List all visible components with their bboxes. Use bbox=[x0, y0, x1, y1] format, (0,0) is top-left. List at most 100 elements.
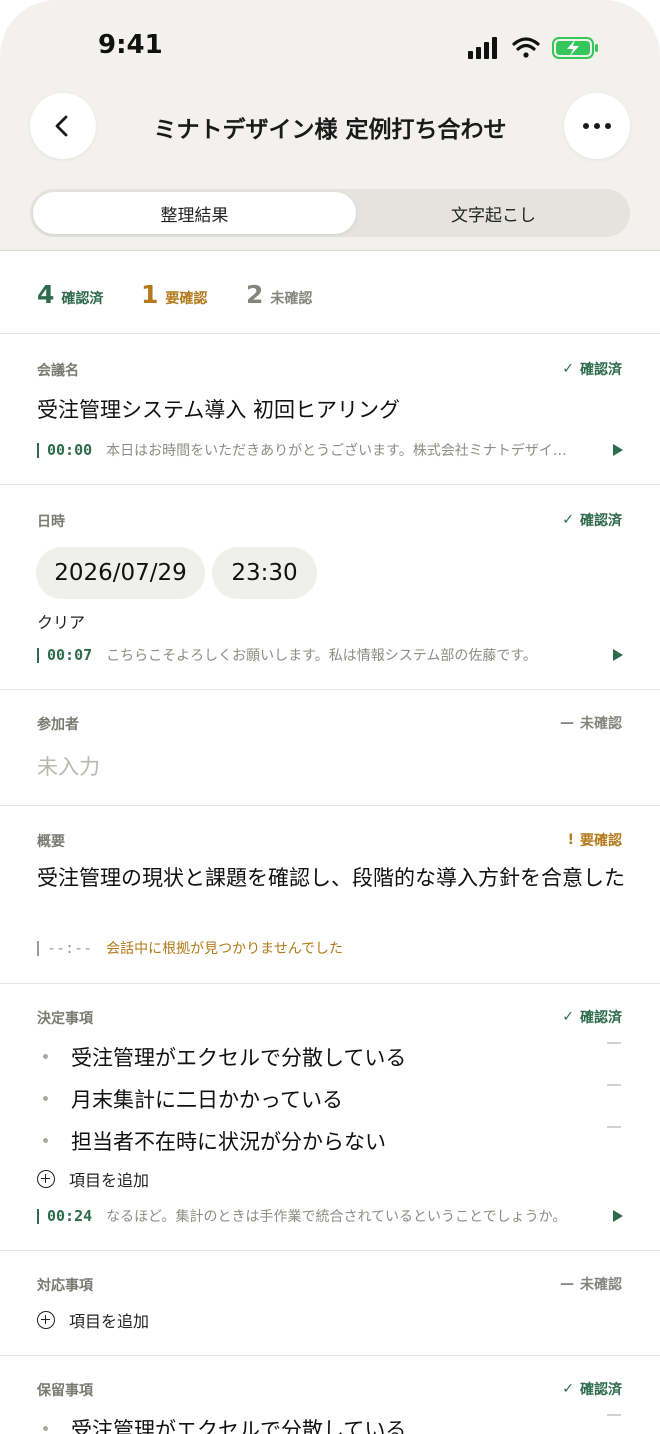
remove-item-button[interactable] bbox=[607, 1084, 621, 1086]
plus-circle-icon bbox=[37, 1170, 55, 1188]
quote-timestamp: 00:00 bbox=[47, 441, 93, 459]
meeting-name-value[interactable]: 受注管理システム導入 初回ヒアリング bbox=[37, 394, 400, 424]
status-summary: 4 確認済 1 要確認 2 未確認 bbox=[0, 252, 660, 334]
exclamation-icon: ! bbox=[567, 832, 574, 848]
chevron-left-icon bbox=[55, 115, 68, 137]
quote-timestamp: 00:24 bbox=[47, 1207, 93, 1225]
section-datetime: 日時 ✓ 確認済 2026/07/29 23:30 クリア 00:07 こちらこ… bbox=[0, 485, 660, 690]
segmented-control: 整理結果 文字起こし bbox=[30, 189, 630, 237]
section-overview: 概要 ! 要確認 受注管理の現状と課題を確認し、段階的な導入方針を合意した --… bbox=[0, 806, 660, 984]
remove-item-button[interactable] bbox=[607, 1414, 621, 1416]
quote-bar bbox=[37, 940, 39, 956]
confirmed-label: 確認済 bbox=[61, 291, 104, 307]
source-quote[interactable]: 00:24 なるほど。集計のときは手作業で統合されているということでしょうか。 bbox=[37, 1205, 627, 1227]
remove-item-button[interactable] bbox=[607, 1042, 621, 1044]
quote-text: 会話中に根拠が見つかりませんでした bbox=[106, 941, 344, 957]
section-label: 会議名 bbox=[37, 363, 79, 379]
more-button[interactable] bbox=[564, 93, 630, 159]
date-picker[interactable]: 2026/07/29 bbox=[36, 547, 205, 599]
quote-text: なるほど。集計のときは手作業で統合されているということでしょうか。 bbox=[106, 1209, 567, 1225]
check-icon: ✓ bbox=[562, 512, 574, 528]
list-item-text: 月末集計に二日かかっている bbox=[71, 1088, 343, 1112]
status-time: 9:41 bbox=[98, 30, 163, 60]
status-icons bbox=[468, 37, 598, 59]
status-badge[interactable]: — 未確認 bbox=[560, 713, 622, 733]
unconfirmed-count: 2 bbox=[246, 280, 264, 309]
list-item[interactable]: 月末集計に二日かかっている bbox=[37, 1082, 627, 1116]
list-item[interactable]: 受注管理がエクセルで分散している bbox=[37, 1412, 627, 1434]
status-badge-label: 確認済 bbox=[580, 1382, 622, 1398]
play-icon[interactable] bbox=[613, 444, 623, 456]
list-item[interactable]: 担当者不在時に状況が分からない bbox=[37, 1124, 627, 1158]
add-item-button[interactable]: 項目を追加 bbox=[37, 1308, 149, 1332]
summary-confirmed: 4 確認済 bbox=[37, 280, 103, 309]
status-badge-label: 未確認 bbox=[580, 1277, 622, 1293]
section-pending: 保留事項 ✓ 確認済 受注管理がエクセルで分散している bbox=[0, 1356, 660, 1434]
status-badge[interactable]: ! 要確認 bbox=[568, 830, 622, 850]
status-badge-label: 確認済 bbox=[580, 1010, 622, 1026]
list-item-text: 受注管理がエクセルで分散している bbox=[71, 1418, 407, 1434]
source-quote[interactable]: 00:00 本日はお時間をいただきありがとうございます。株式会社ミナトデザインの bbox=[37, 439, 627, 461]
screen: 9:41 ミナトデザイン様 定例打ち合わせ 整理結果 文字起こし 4 確認済 1… bbox=[0, 0, 660, 1434]
section-label: 参加者 bbox=[37, 717, 79, 733]
unconfirmed-label: 未確認 bbox=[270, 291, 313, 307]
status-badge[interactable]: ✓ 確認済 bbox=[562, 359, 622, 379]
section-meeting-name: 会議名 ✓ 確認済 受注管理システム導入 初回ヒアリング 00:00 本日はお時… bbox=[0, 334, 660, 485]
quote-bar bbox=[37, 647, 39, 663]
quote-bar bbox=[37, 442, 39, 458]
battery-icon bbox=[552, 37, 598, 59]
status-badge[interactable]: ✓ 確認済 bbox=[562, 1007, 622, 1027]
plus-circle-icon bbox=[37, 1311, 55, 1329]
status-badge-label: 確認済 bbox=[580, 362, 622, 378]
dash-icon: — bbox=[560, 1276, 574, 1292]
list-item-text: 受注管理がエクセルで分散している bbox=[71, 1046, 407, 1070]
time-picker[interactable]: 23:30 bbox=[212, 547, 317, 599]
needs-review-count: 1 bbox=[141, 280, 159, 309]
check-icon: ✓ bbox=[562, 361, 574, 377]
play-icon[interactable] bbox=[613, 1210, 623, 1222]
status-badge[interactable]: ✓ 確認済 bbox=[562, 1379, 622, 1399]
section-label: 対応事項 bbox=[37, 1278, 93, 1294]
bullet bbox=[43, 1054, 48, 1059]
wifi-icon bbox=[512, 37, 540, 58]
status-badge[interactable]: ✓ 確認済 bbox=[562, 510, 622, 530]
confirmed-count: 4 bbox=[37, 280, 55, 309]
bullet bbox=[43, 1138, 48, 1143]
status-badge-label: 確認済 bbox=[580, 513, 622, 529]
tab-results[interactable]: 整理結果 bbox=[33, 192, 356, 234]
status-badge-label: 未確認 bbox=[580, 716, 622, 732]
play-icon[interactable] bbox=[613, 649, 623, 661]
page-title: ミナトデザイン様 定例打ち合わせ bbox=[153, 117, 507, 143]
quote-timestamp: 00:07 bbox=[47, 646, 93, 664]
participants-input[interactable]: 未入力 bbox=[37, 751, 100, 781]
quote-timestamp: --:-- bbox=[47, 939, 93, 957]
summary-needs-review: 1 要確認 bbox=[141, 280, 207, 309]
section-actions: 対応事項 — 未確認 項目を追加 bbox=[0, 1251, 660, 1356]
quote-text: 本日はお時間をいただきありがとうございます。株式会社ミナトデザインの bbox=[106, 443, 577, 459]
signal-icon bbox=[468, 37, 497, 59]
list-item-text: 担当者不在時に状況が分からない bbox=[71, 1130, 386, 1154]
quote-bar bbox=[37, 1208, 39, 1224]
add-item-button[interactable]: 項目を追加 bbox=[37, 1167, 149, 1191]
dash-icon: — bbox=[560, 715, 574, 731]
source-quote[interactable]: 00:07 こちらこそよろしくお願いします。私は情報システム部の佐藤です。 bbox=[37, 644, 627, 666]
bullet bbox=[43, 1426, 48, 1431]
remove-item-button[interactable] bbox=[607, 1126, 621, 1128]
section-label: 概要 bbox=[37, 834, 65, 850]
check-icon: ✓ bbox=[562, 1009, 574, 1025]
section-participants: 参加者 — 未確認 未入力 bbox=[0, 690, 660, 806]
bullet bbox=[43, 1096, 48, 1101]
clear-button[interactable]: クリア bbox=[37, 609, 85, 633]
ellipsis-icon bbox=[583, 123, 611, 129]
needs-review-label: 要確認 bbox=[165, 291, 208, 307]
list-item[interactable]: 受注管理がエクセルで分散している bbox=[37, 1040, 627, 1074]
check-icon: ✓ bbox=[562, 1381, 574, 1397]
summary-unconfirmed: 2 未確認 bbox=[246, 280, 312, 309]
back-button[interactable] bbox=[30, 93, 96, 159]
overview-value[interactable]: 受注管理の現状と課題を確認し、段階的な導入方針を合意した bbox=[37, 864, 627, 893]
status-badge[interactable]: — 未確認 bbox=[560, 1274, 622, 1294]
section-label: 保留事項 bbox=[37, 1383, 93, 1399]
section-label: 日時 bbox=[37, 514, 65, 530]
tab-transcript[interactable]: 文字起こし bbox=[360, 192, 627, 234]
section-decisions: 決定事項 ✓ 確認済 受注管理がエクセルで分散している 月末集計に二日かかってい… bbox=[0, 984, 660, 1251]
